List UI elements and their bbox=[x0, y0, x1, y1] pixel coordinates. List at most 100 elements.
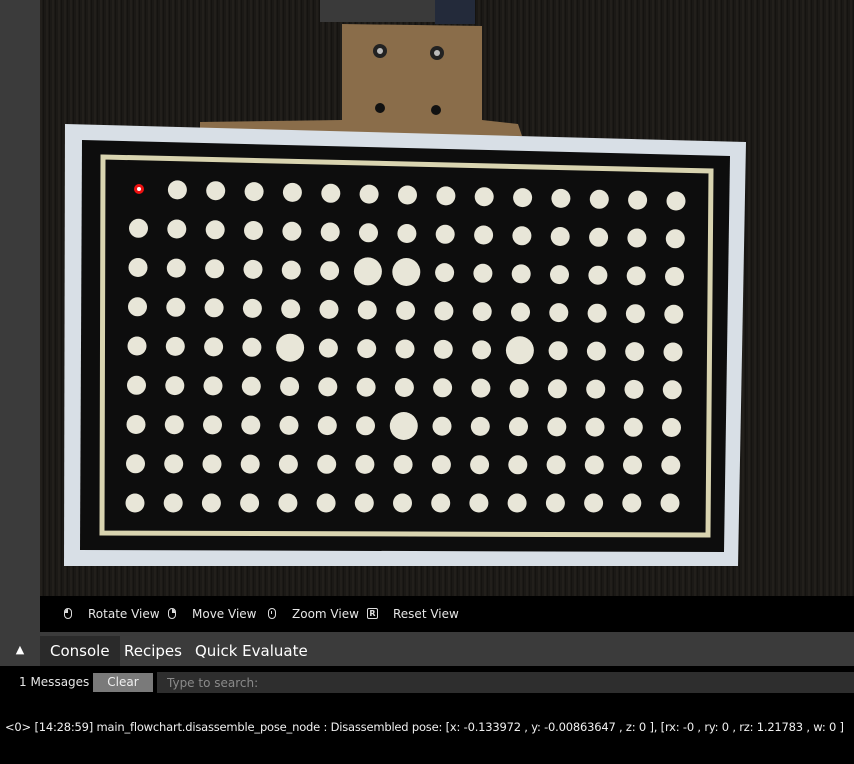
calibration-dot bbox=[622, 493, 642, 513]
left-gutter bbox=[0, 0, 40, 632]
calibration-dot bbox=[472, 340, 492, 360]
console-message: <0> [14:28:59] main_flowchart.disassembl… bbox=[5, 720, 844, 734]
calibration-dot bbox=[431, 455, 451, 475]
calibration-dot bbox=[435, 224, 455, 244]
calibration-dot bbox=[511, 302, 530, 322]
calibration-dot bbox=[320, 261, 340, 281]
calibration-dot bbox=[661, 455, 681, 475]
calibration-dot bbox=[435, 263, 455, 283]
calibration-dot bbox=[244, 182, 264, 202]
calibration-dot bbox=[551, 188, 571, 208]
calibration-dot bbox=[436, 186, 456, 206]
calibration-dot bbox=[163, 493, 183, 513]
zoom-view-label: Zoom View bbox=[292, 607, 359, 621]
calibration-dot bbox=[204, 298, 224, 318]
calibration-dot bbox=[242, 337, 262, 357]
calibration-dot bbox=[433, 339, 453, 359]
calibration-dot bbox=[281, 260, 301, 280]
calibration-dot bbox=[280, 377, 300, 396]
calibration-dot bbox=[278, 454, 298, 474]
calibration-dot bbox=[550, 227, 570, 246]
calibration-dot bbox=[125, 493, 145, 513]
calibration-dot bbox=[321, 183, 341, 203]
calibration-dot bbox=[126, 415, 146, 434]
zoom-view-hint[interactable]: Zoom View bbox=[268, 596, 359, 632]
calibration-dot bbox=[472, 302, 492, 322]
calibration-dot bbox=[546, 455, 566, 475]
calibration-dot bbox=[549, 303, 569, 323]
clear-button[interactable]: Clear bbox=[93, 673, 153, 692]
calibration-dot bbox=[589, 227, 609, 247]
tab-console[interactable]: Console bbox=[40, 636, 120, 666]
calibration-dot bbox=[319, 299, 339, 319]
calibration-dot bbox=[276, 333, 305, 362]
calibration-dot bbox=[395, 339, 415, 359]
calibration-dot bbox=[318, 338, 338, 358]
console-toolbar: 1 Messages Clear bbox=[0, 666, 854, 698]
calibration-dot bbox=[505, 336, 534, 365]
calibration-dot bbox=[202, 454, 222, 474]
calibration-dot bbox=[470, 455, 490, 475]
calibration-dot bbox=[320, 222, 340, 242]
calibration-dot bbox=[626, 266, 646, 286]
calibration-dot bbox=[129, 218, 148, 238]
rotate-view-hint[interactable]: Rotate View bbox=[64, 596, 160, 632]
calibration-dot bbox=[203, 376, 223, 396]
calibration-dot bbox=[356, 416, 375, 436]
calibration-dot bbox=[474, 225, 494, 245]
calibration-dot bbox=[167, 219, 187, 239]
calibration-dot bbox=[242, 298, 262, 318]
calibration-dot bbox=[586, 341, 606, 361]
calibration-dot bbox=[474, 187, 494, 207]
reset-view-label: Reset View bbox=[393, 607, 459, 621]
search-input[interactable] bbox=[157, 672, 854, 693]
calibration-dot bbox=[318, 377, 338, 397]
calibration-dot bbox=[394, 378, 414, 397]
calibration-dot bbox=[164, 454, 184, 474]
calibration-dot bbox=[317, 454, 337, 474]
calibration-dot bbox=[389, 412, 418, 440]
calibration-dot bbox=[623, 455, 642, 475]
calibration-dot bbox=[507, 493, 527, 513]
calibration-dot bbox=[663, 342, 683, 362]
calibration-dot bbox=[547, 417, 567, 437]
calibration-dot bbox=[393, 493, 412, 513]
calibration-dot bbox=[205, 259, 225, 279]
calibration-dot bbox=[627, 228, 647, 248]
console-output: <0> [14:28:59] main_flowchart.disassembl… bbox=[0, 698, 854, 764]
robot-flange bbox=[320, 0, 440, 22]
calibration-dot bbox=[662, 380, 682, 400]
calibration-dot bbox=[243, 259, 263, 279]
calibration-dot bbox=[167, 180, 187, 200]
calibration-dot bbox=[471, 378, 491, 398]
calibration-dot bbox=[666, 191, 686, 211]
calibration-dot bbox=[205, 220, 225, 240]
calibration-dot bbox=[279, 415, 299, 435]
calibration-dot bbox=[624, 379, 644, 399]
message-count: 1 Messages bbox=[19, 675, 90, 689]
rotate-view-label: Rotate View bbox=[88, 607, 160, 621]
calibration-dot bbox=[665, 267, 684, 286]
tab-recipes[interactable]: Recipes bbox=[114, 636, 192, 666]
move-view-hint[interactable]: Move View bbox=[168, 596, 256, 632]
calibration-dot bbox=[316, 493, 336, 513]
camera-viewport[interactable] bbox=[40, 0, 854, 596]
calibration-dot bbox=[434, 301, 454, 321]
reset-view-hint[interactable]: R Reset View bbox=[367, 596, 459, 632]
calibration-dot bbox=[587, 303, 607, 323]
calibration-dot bbox=[166, 297, 186, 317]
calibration-dot bbox=[625, 304, 645, 324]
calibration-dot bbox=[509, 379, 529, 398]
calibration-dot bbox=[244, 221, 263, 240]
calibration-dot bbox=[625, 342, 645, 362]
calibration-dot bbox=[473, 263, 493, 283]
calibration-dot bbox=[586, 379, 606, 399]
calibration-dot bbox=[623, 417, 643, 437]
calibration-dot bbox=[354, 493, 374, 513]
tab-quick-evaluate[interactable]: Quick Evaluate bbox=[185, 636, 318, 666]
calibration-dot bbox=[432, 416, 452, 436]
calibration-dot bbox=[509, 417, 528, 437]
calibration-dot bbox=[281, 299, 301, 319]
collapse-triangle-icon[interactable]: ▲ bbox=[0, 632, 40, 666]
calibration-dot bbox=[511, 264, 531, 284]
